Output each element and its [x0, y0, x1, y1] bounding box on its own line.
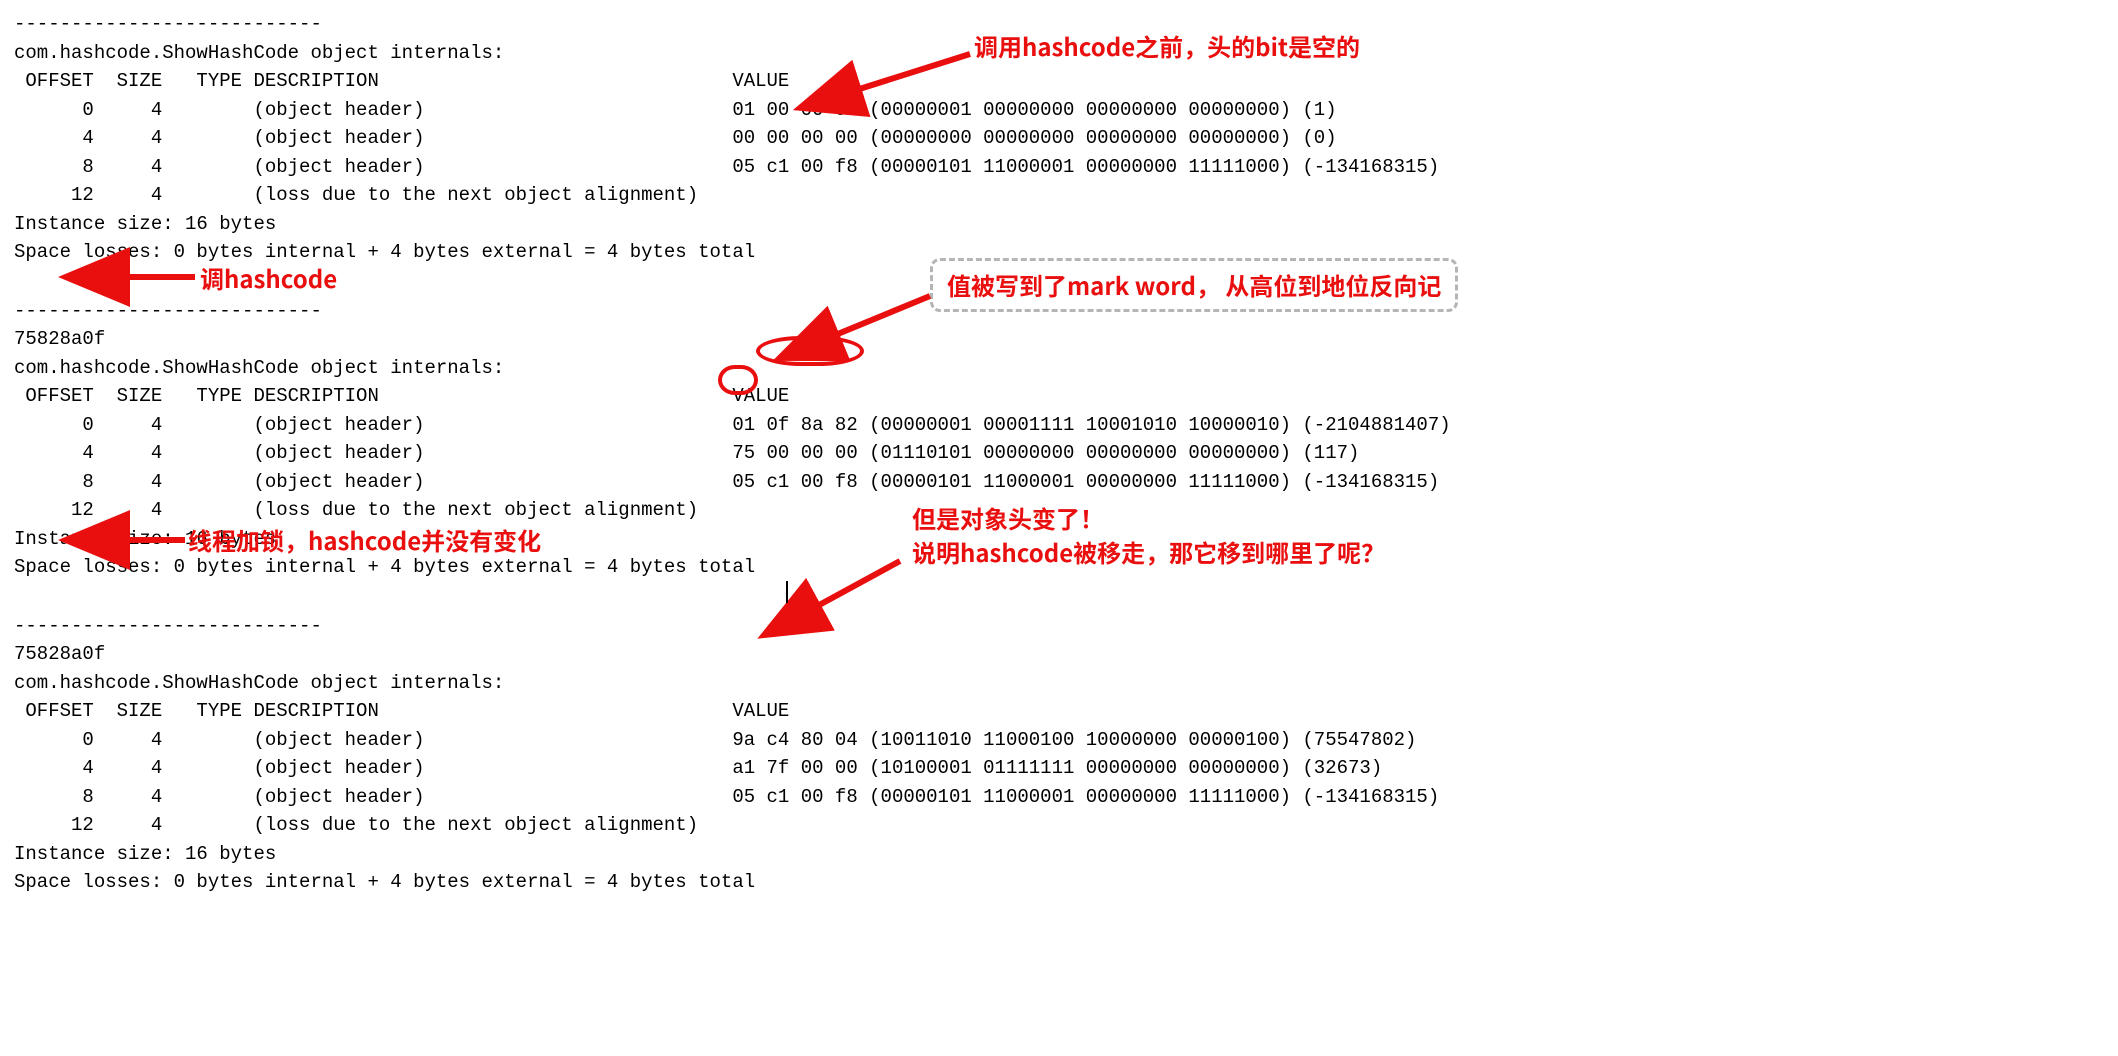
table-row: 8 4 (object header) 05 c1 00 f8 (0000010… — [14, 153, 2104, 182]
table-row: 8 4 (object header) 05 c1 00 f8 (0000010… — [14, 468, 2104, 497]
hashcode-value: 75828a0f — [14, 640, 2104, 669]
hashcode-value: 75828a0f — [14, 325, 2104, 354]
arrow-icon — [110, 262, 200, 292]
table-row: 8 4 (object header) 05 c1 00 f8 (0000010… — [14, 783, 2104, 812]
internals-title: com.hashcode.ShowHashCode object interna… — [14, 669, 2104, 698]
annotation-header-changed-line2: 说明hashcode被移走，那它移到哪里了呢？ — [912, 534, 1385, 570]
table-row: 0 4 (object header) 01 0f 8a 82 (0000000… — [14, 411, 2104, 440]
table-row: 4 4 (object header) 00 00 00 00 (0000000… — [14, 124, 2104, 153]
annotation-mark-word-box: 值被写到了mark word， 从高位到地位反向记 — [930, 258, 1458, 312]
memory-dump-block-3: --------------------------- 75828a0f com… — [14, 612, 2104, 897]
text-cursor-icon — [786, 581, 788, 603]
table-row: 4 4 (object header) a1 7f 00 00 (1010000… — [14, 754, 2104, 783]
annotation-thread-lock: 线程加锁，hashcode并没有变化 — [188, 522, 541, 558]
table-row: 12 4 (loss due to the next object alignm… — [14, 811, 2104, 840]
internals-title: com.hashcode.ShowHashCode object interna… — [14, 354, 2104, 383]
table-row: 0 4 (object header) 01 00 00 00 (0000000… — [14, 96, 2104, 125]
table-row: 0 4 (object header) 9a c4 80 04 (1001101… — [14, 726, 2104, 755]
table-header: OFFSET SIZE TYPE DESCRIPTION VALUE — [14, 382, 2104, 411]
space-losses: Space losses: 0 bytes internal + 4 bytes… — [14, 868, 2104, 897]
table-row: 12 4 (loss due to the next object alignm… — [14, 181, 2104, 210]
annotation-call-hashcode: 调hashcode — [200, 260, 337, 296]
table-row: 4 4 (object header) 75 00 00 00 (0111010… — [14, 439, 2104, 468]
table-header: OFFSET SIZE TYPE DESCRIPTION VALUE — [14, 697, 2104, 726]
instance-size: Instance size: 16 bytes — [14, 210, 2104, 239]
annotation-header-changed-line1: 但是对象头变了！ — [912, 500, 1104, 536]
instance-size: Instance size: 16 bytes — [14, 840, 2104, 869]
annotation-before-hashcode: 调用hashcode之前，头的bit是空的 — [974, 28, 1360, 64]
table-header: OFFSET SIZE TYPE DESCRIPTION VALUE — [14, 67, 2104, 96]
separator: --------------------------- — [14, 612, 2104, 641]
